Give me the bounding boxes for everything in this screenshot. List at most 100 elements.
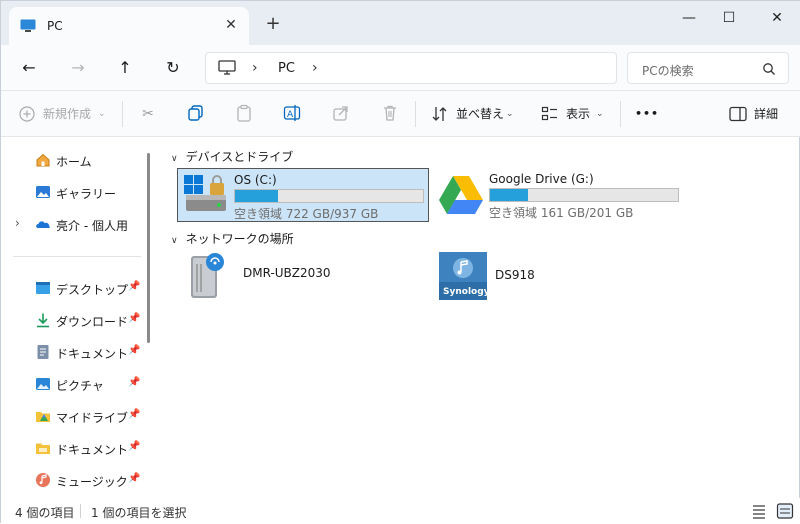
maximize-button[interactable]: ☐ bbox=[711, 6, 747, 30]
status-divider bbox=[80, 504, 81, 518]
windows-drive-icon bbox=[184, 175, 226, 211]
synology-logo-text: Synology bbox=[443, 287, 489, 297]
back-button[interactable]: ← bbox=[15, 54, 43, 82]
forward-button[interactable]: → bbox=[64, 54, 92, 82]
svg-text:A: A bbox=[287, 110, 294, 120]
sidebar-divider bbox=[13, 256, 141, 257]
google-drive-folder-icon bbox=[36, 412, 50, 422]
address-bar[interactable]: › PC › bbox=[205, 52, 617, 84]
pin-icon[interactable]: 📌 bbox=[128, 313, 140, 324]
up-button[interactable]: ↑ bbox=[111, 54, 139, 82]
expand-chevron-icon[interactable]: › bbox=[15, 216, 20, 230]
tab-title: PC bbox=[47, 19, 63, 33]
sidebar-item-documents-folder[interactable]: ドキュメント 📌 bbox=[1, 434, 151, 462]
search-box[interactable]: PCの検索 bbox=[627, 52, 789, 84]
drive-usage-fill bbox=[235, 190, 279, 202]
sidebar-item-home[interactable]: ホーム bbox=[1, 146, 151, 174]
drive-usage-bar bbox=[489, 188, 679, 202]
drive-usage-bar bbox=[234, 189, 424, 203]
pictures-icon bbox=[36, 378, 50, 390]
chevron-down-icon: ⌄ bbox=[506, 109, 514, 119]
search-placeholder: PCの検索 bbox=[642, 64, 694, 78]
breadcrumb-chevron[interactable]: › bbox=[312, 60, 318, 76]
pin-icon[interactable]: 📌 bbox=[128, 473, 140, 484]
minimize-button[interactable]: — bbox=[671, 6, 707, 30]
network-device-dmr[interactable]: DMR-UBZ2030 bbox=[185, 250, 415, 304]
sidebar-item-my-drive[interactable]: マイドライブ 📌 bbox=[1, 402, 151, 430]
sidebar-item-music[interactable]: ミュージック 📌 bbox=[1, 466, 151, 494]
sidebar-item-label: ホーム bbox=[56, 155, 92, 169]
gallery-icon bbox=[36, 186, 50, 198]
divider bbox=[415, 101, 416, 127]
search-icon[interactable] bbox=[762, 62, 776, 76]
sidebar-item-label: ミュージック bbox=[56, 475, 128, 489]
rename-icon[interactable]: A bbox=[283, 104, 301, 122]
sidebar-item-pictures[interactable]: ピクチャ 📌 bbox=[1, 370, 151, 398]
title-bar: PC ✕ + — ☐ ✕ bbox=[1, 1, 800, 45]
pin-icon[interactable]: 📌 bbox=[128, 377, 140, 388]
tiles-view-icon[interactable] bbox=[775, 501, 795, 521]
music-icon bbox=[36, 473, 50, 487]
google-drive-icon bbox=[439, 176, 483, 214]
sidebar-item-onedrive[interactable]: › 亮介 - 個人用 bbox=[1, 210, 151, 238]
download-icon bbox=[37, 313, 49, 328]
item-count: 4 個の項目 bbox=[15, 506, 75, 520]
drive-free-space: 空き領域 722 GB/937 GB bbox=[234, 207, 379, 221]
sidebar-item-label: デスクトップ bbox=[56, 283, 129, 297]
details-button[interactable]: 詳細 bbox=[754, 104, 778, 124]
drive-g[interactable]: Google Drive (G:) 空き領域 161 GB/201 GB bbox=[433, 168, 685, 222]
cut-icon[interactable]: ✂ bbox=[138, 104, 158, 124]
content-pane: ∨ デバイスとドライブ OS (C:) 空き領域 722 GB/937 GB G… bbox=[161, 138, 800, 498]
sort-icon bbox=[432, 107, 447, 121]
more-options-button[interactable]: ••• bbox=[635, 104, 659, 124]
chevron-down-icon: ∨ bbox=[171, 154, 178, 164]
copy-icon[interactable] bbox=[187, 104, 205, 122]
new-button[interactable]: 新規作成 bbox=[43, 104, 91, 124]
sidebar-item-label: ピクチャ bbox=[56, 379, 104, 393]
breadcrumb-pc[interactable]: PC bbox=[278, 61, 295, 76]
group-devices[interactable]: ∨ デバイスとドライブ bbox=[171, 148, 293, 165]
sidebar-item-label: マイドライブ bbox=[56, 411, 129, 425]
tab-pc[interactable]: PC ✕ bbox=[9, 7, 249, 45]
sidebar-item-desktop[interactable]: デスクトップ 📌 bbox=[1, 274, 151, 302]
file-explorer-window: PC ✕ + — ☐ ✕ ← → ↑ ↻ › PC › PCの検索 新規作成 ⌄… bbox=[0, 0, 800, 524]
network-device-name: DS918 bbox=[495, 268, 535, 282]
pin-icon[interactable]: 📌 bbox=[128, 441, 140, 452]
details-view-icon[interactable] bbox=[749, 501, 769, 521]
pin-icon[interactable]: 📌 bbox=[128, 409, 140, 420]
close-button[interactable]: ✕ bbox=[759, 6, 795, 30]
pin-icon[interactable]: 📌 bbox=[128, 345, 140, 356]
view-button[interactable]: 表示 bbox=[566, 104, 590, 124]
divider bbox=[122, 101, 123, 127]
chevron-down-icon: ⌄ bbox=[98, 109, 106, 119]
tab-close-button[interactable]: ✕ bbox=[221, 15, 241, 35]
network-device-ds918[interactable]: Synology DS918 bbox=[437, 252, 667, 306]
new-tab-button[interactable]: + bbox=[263, 15, 283, 35]
synology-nas-icon: Synology bbox=[439, 252, 489, 300]
refresh-button[interactable]: ↻ bbox=[159, 54, 187, 82]
new-icon bbox=[19, 106, 35, 122]
group-network[interactable]: ∨ ネットワークの場所 bbox=[171, 230, 294, 247]
drive-c[interactable]: OS (C:) 空き領域 722 GB/937 GB bbox=[177, 168, 429, 222]
sidebar-scrollbar[interactable] bbox=[147, 153, 150, 343]
sort-button[interactable]: 並べ替え bbox=[456, 104, 504, 124]
delete-icon[interactable] bbox=[381, 104, 399, 122]
navigation-pane: ホーム ギャラリー › 亮介 - 個人用 デスクトップ 📌 ダウンロード 📌 ド… bbox=[1, 138, 157, 498]
sidebar-item-documents[interactable]: ドキュメント 📌 bbox=[1, 338, 151, 366]
chevron-down-icon: ⌄ bbox=[596, 109, 604, 119]
share-icon[interactable] bbox=[332, 104, 350, 122]
divider bbox=[620, 101, 621, 127]
details-pane-icon bbox=[729, 106, 747, 122]
sidebar-item-gallery[interactable]: ギャラリー bbox=[1, 178, 151, 206]
monitor-icon bbox=[20, 19, 36, 32]
drive-name: Google Drive (G:) bbox=[489, 172, 594, 186]
breadcrumb-chevron[interactable]: › bbox=[252, 60, 258, 76]
paste-icon[interactable] bbox=[235, 104, 253, 122]
sidebar-item-label: ドキュメント bbox=[56, 443, 129, 457]
documents-icon bbox=[37, 345, 49, 359]
pin-icon[interactable]: 📌 bbox=[128, 281, 140, 292]
chevron-down-icon: ∨ bbox=[171, 236, 178, 246]
desktop-icon bbox=[36, 282, 50, 294]
view-icon bbox=[541, 106, 557, 121]
sidebar-item-downloads[interactable]: ダウンロード 📌 bbox=[1, 306, 151, 334]
